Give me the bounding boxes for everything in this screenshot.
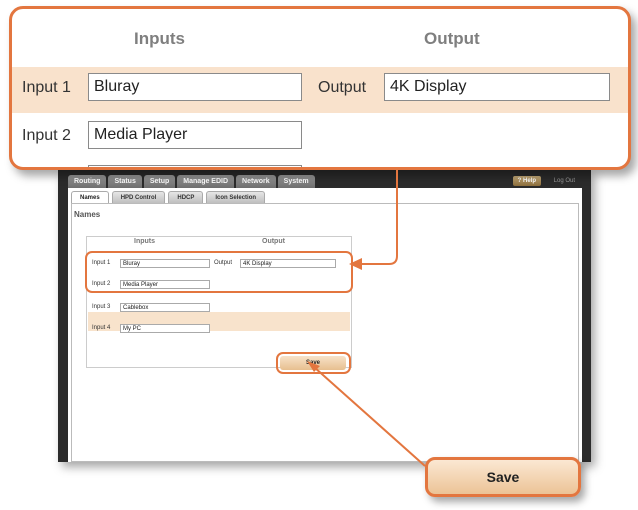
save-connector-line [313, 366, 426, 467]
callout-arrowhead-icon [349, 258, 362, 270]
connector-arrows [307, 170, 426, 467]
callout-connector-line [360, 170, 398, 265]
